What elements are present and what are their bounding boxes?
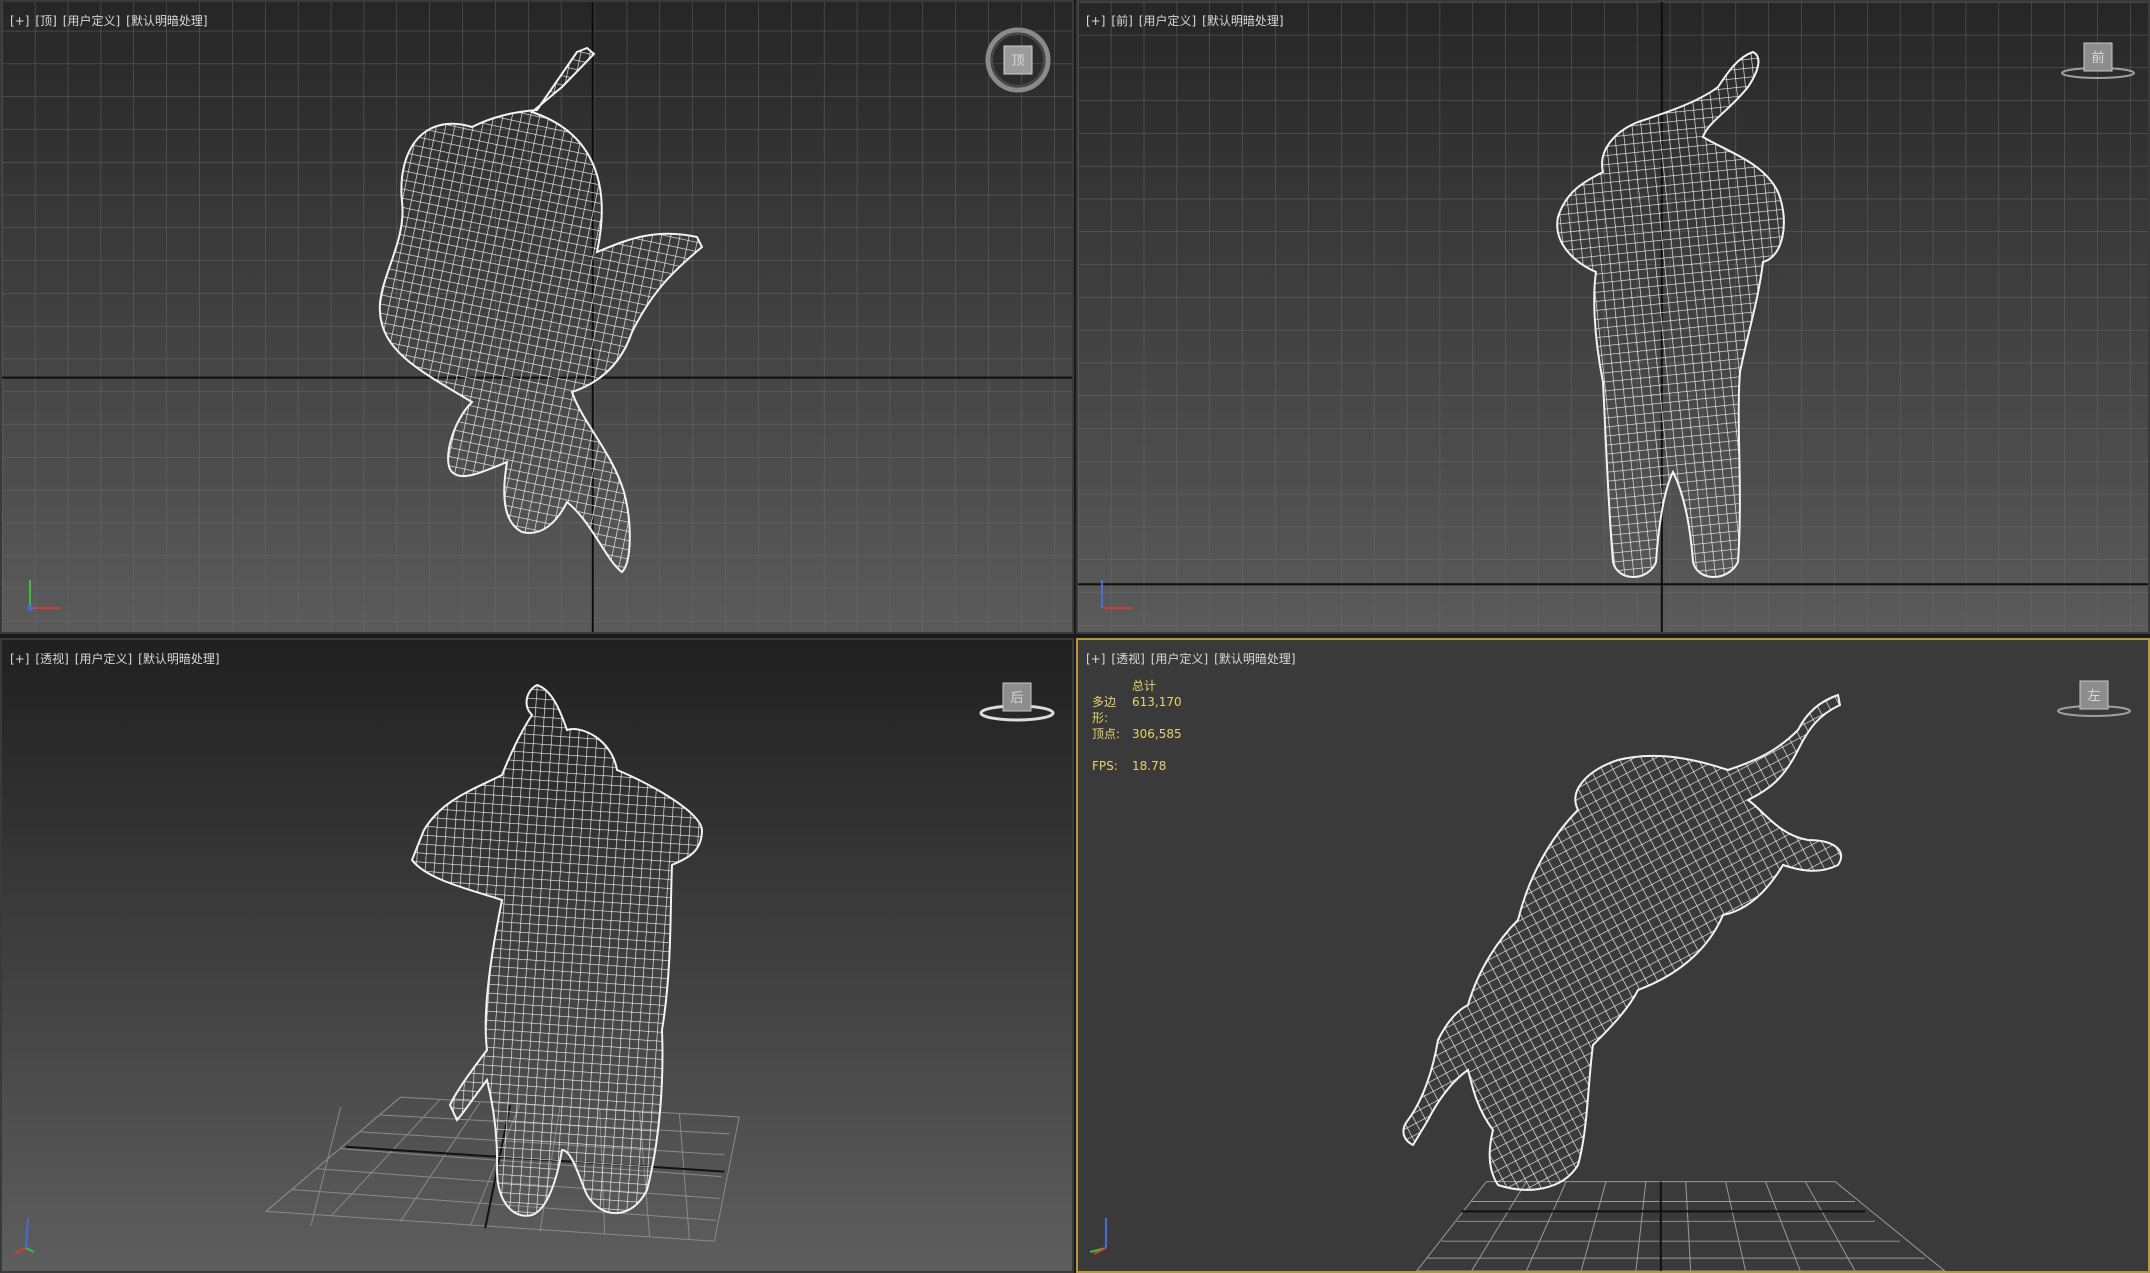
viewport-orthographic-label[interactable]: [+] [透视] [用户定义] [默认明暗处理]	[1086, 650, 1302, 667]
viewport-statistics: 总计 多边形: 613,170 顶点: 306,585 FPS: 18.78	[1092, 678, 1182, 774]
stats-polygons: 多边形: 613,170	[1092, 695, 1182, 725]
viewport-menu-plus[interactable]: [+]	[10, 14, 29, 28]
viewport-menu-plus[interactable]: [+]	[10, 652, 29, 666]
viewcube-icon[interactable]: 前	[2058, 37, 2138, 82]
viewport-camera-label[interactable]: [用户定义]	[1139, 14, 1196, 28]
stats-header: 总计	[1132, 679, 1157, 693]
viewcube-icon[interactable]: 顶	[982, 22, 1054, 102]
svg-text:左: 左	[2087, 689, 2100, 704]
elephant-wireframe-perspective	[410, 683, 704, 1217]
stats-vertices: 顶点: 306,585	[1092, 727, 1182, 741]
elephant-wireframe-front	[1556, 50, 1785, 578]
viewport-front[interactable]: [+] [前] [用户定义] [默认明暗处理] 前	[1076, 0, 2150, 634]
viewport-shading-label[interactable]: [默认明暗处理]	[1214, 652, 1295, 666]
axis-gizmo-icon	[27, 580, 60, 611]
viewport-shading-label[interactable]: [默认明暗处理]	[138, 652, 219, 666]
viewport-menu-plus[interactable]: [+]	[1086, 652, 1105, 666]
viewport-front-label[interactable]: [+] [前] [用户定义] [默认明暗处理]	[1086, 12, 1290, 29]
svg-text:顶: 顶	[1011, 54, 1024, 69]
viewport-top[interactable]: [+] [顶] [用户定义] [默认明暗处理] 顶	[0, 0, 1074, 634]
viewport-perspective-label[interactable]: [+] [透视] [用户定义] [默认明暗处理]	[10, 650, 226, 667]
viewport-camera-label[interactable]: [用户定义]	[63, 14, 120, 28]
viewport-camera-label[interactable]: [用户定义]	[75, 652, 132, 666]
viewcube-icon[interactable]: 左	[2054, 675, 2134, 720]
svg-text:后: 后	[1010, 691, 1023, 706]
elephant-wireframe-top	[378, 46, 704, 574]
viewport-shading-label[interactable]: [默认明暗处理]	[126, 14, 207, 28]
viewport-pov-label[interactable]: [顶]	[35, 14, 56, 28]
axis-gizmo-icon	[13, 1217, 35, 1255]
viewport-perspective[interactable]: [+] [透视] [用户定义] [默认明暗处理] 后	[0, 638, 1074, 1273]
viewport-top-label[interactable]: [+] [顶] [用户定义] [默认明暗处理]	[10, 12, 214, 29]
elephant-wireframe-orthographic	[1402, 693, 1843, 1191]
viewport-menu-plus[interactable]: [+]	[1086, 14, 1105, 28]
viewport-pov-label[interactable]: [透视]	[35, 652, 68, 666]
viewport-pov-label[interactable]: [前]	[1111, 14, 1132, 28]
viewport-pov-label[interactable]: [透视]	[1111, 652, 1144, 666]
svg-text:前: 前	[2091, 50, 2104, 66]
viewcube-icon[interactable]: 后	[977, 675, 1057, 725]
viewport-camera-label[interactable]: [用户定义]	[1151, 652, 1208, 666]
stats-fps: FPS: 18.78	[1092, 759, 1167, 773]
viewport-orthographic[interactable]: [+] [透视] [用户定义] [默认明暗处理] 总计 多边形: 613,170 顶点:…	[1076, 638, 2150, 1273]
axis-gizmo-icon	[1101, 580, 1132, 609]
axis-gizmo-icon	[1089, 1218, 1107, 1255]
viewport-shading-label[interactable]: [默认明暗处理]	[1202, 14, 1283, 28]
